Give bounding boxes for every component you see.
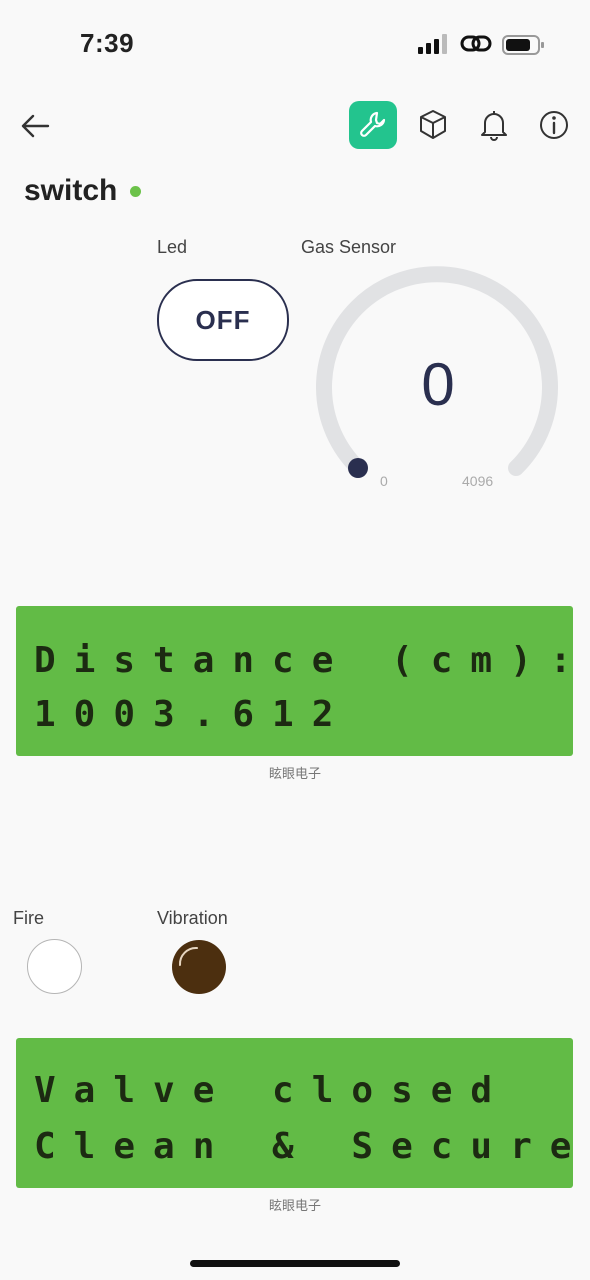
device-title: switch (24, 174, 118, 207)
led-label: Led (157, 237, 188, 257)
dev-tools-button[interactable] (349, 101, 397, 149)
battery-icon (502, 35, 544, 55)
gauge-knob (348, 458, 368, 478)
home-indicator[interactable] (190, 1260, 400, 1267)
gas-sensor-value: 0 (421, 351, 455, 418)
signal-icon (418, 34, 447, 54)
vibration-label: Vibration (157, 908, 228, 928)
lcd1-line2: 1003.612 (34, 694, 352, 735)
lcd1-line1: Distance (cm): (34, 640, 590, 681)
fire-label: Fire (13, 908, 44, 928)
lcd2-line1: Valve closed (34, 1070, 511, 1111)
status-time: 7:39 (80, 28, 135, 58)
gas-sensor-label: Gas Sensor (301, 237, 397, 257)
link-icon (460, 35, 492, 52)
fire-led-indicator (27, 939, 82, 994)
lcd-display-valve: Valve closed Clean & Secure (16, 1038, 573, 1188)
wrench-icon (360, 111, 386, 137)
cube-icon[interactable] (415, 107, 451, 143)
info-icon[interactable] (536, 107, 572, 143)
lcd1-caption: 眩眼电子 (268, 766, 321, 781)
bell-icon[interactable] (476, 107, 512, 143)
lcd-display-distance: Distance (cm): 1003.612 (16, 606, 573, 756)
online-status-dot (130, 186, 141, 197)
led-shine (178, 946, 198, 966)
led-switch-button[interactable]: OFF (157, 279, 289, 361)
gauge-max-label: 4096 (462, 473, 494, 489)
gauge-min-label: 0 (380, 473, 388, 489)
back-arrow-icon[interactable] (18, 108, 54, 144)
lcd2-caption: 眩眼电子 (268, 1198, 321, 1213)
lcd2-line2: Clean & Secure (34, 1126, 590, 1167)
